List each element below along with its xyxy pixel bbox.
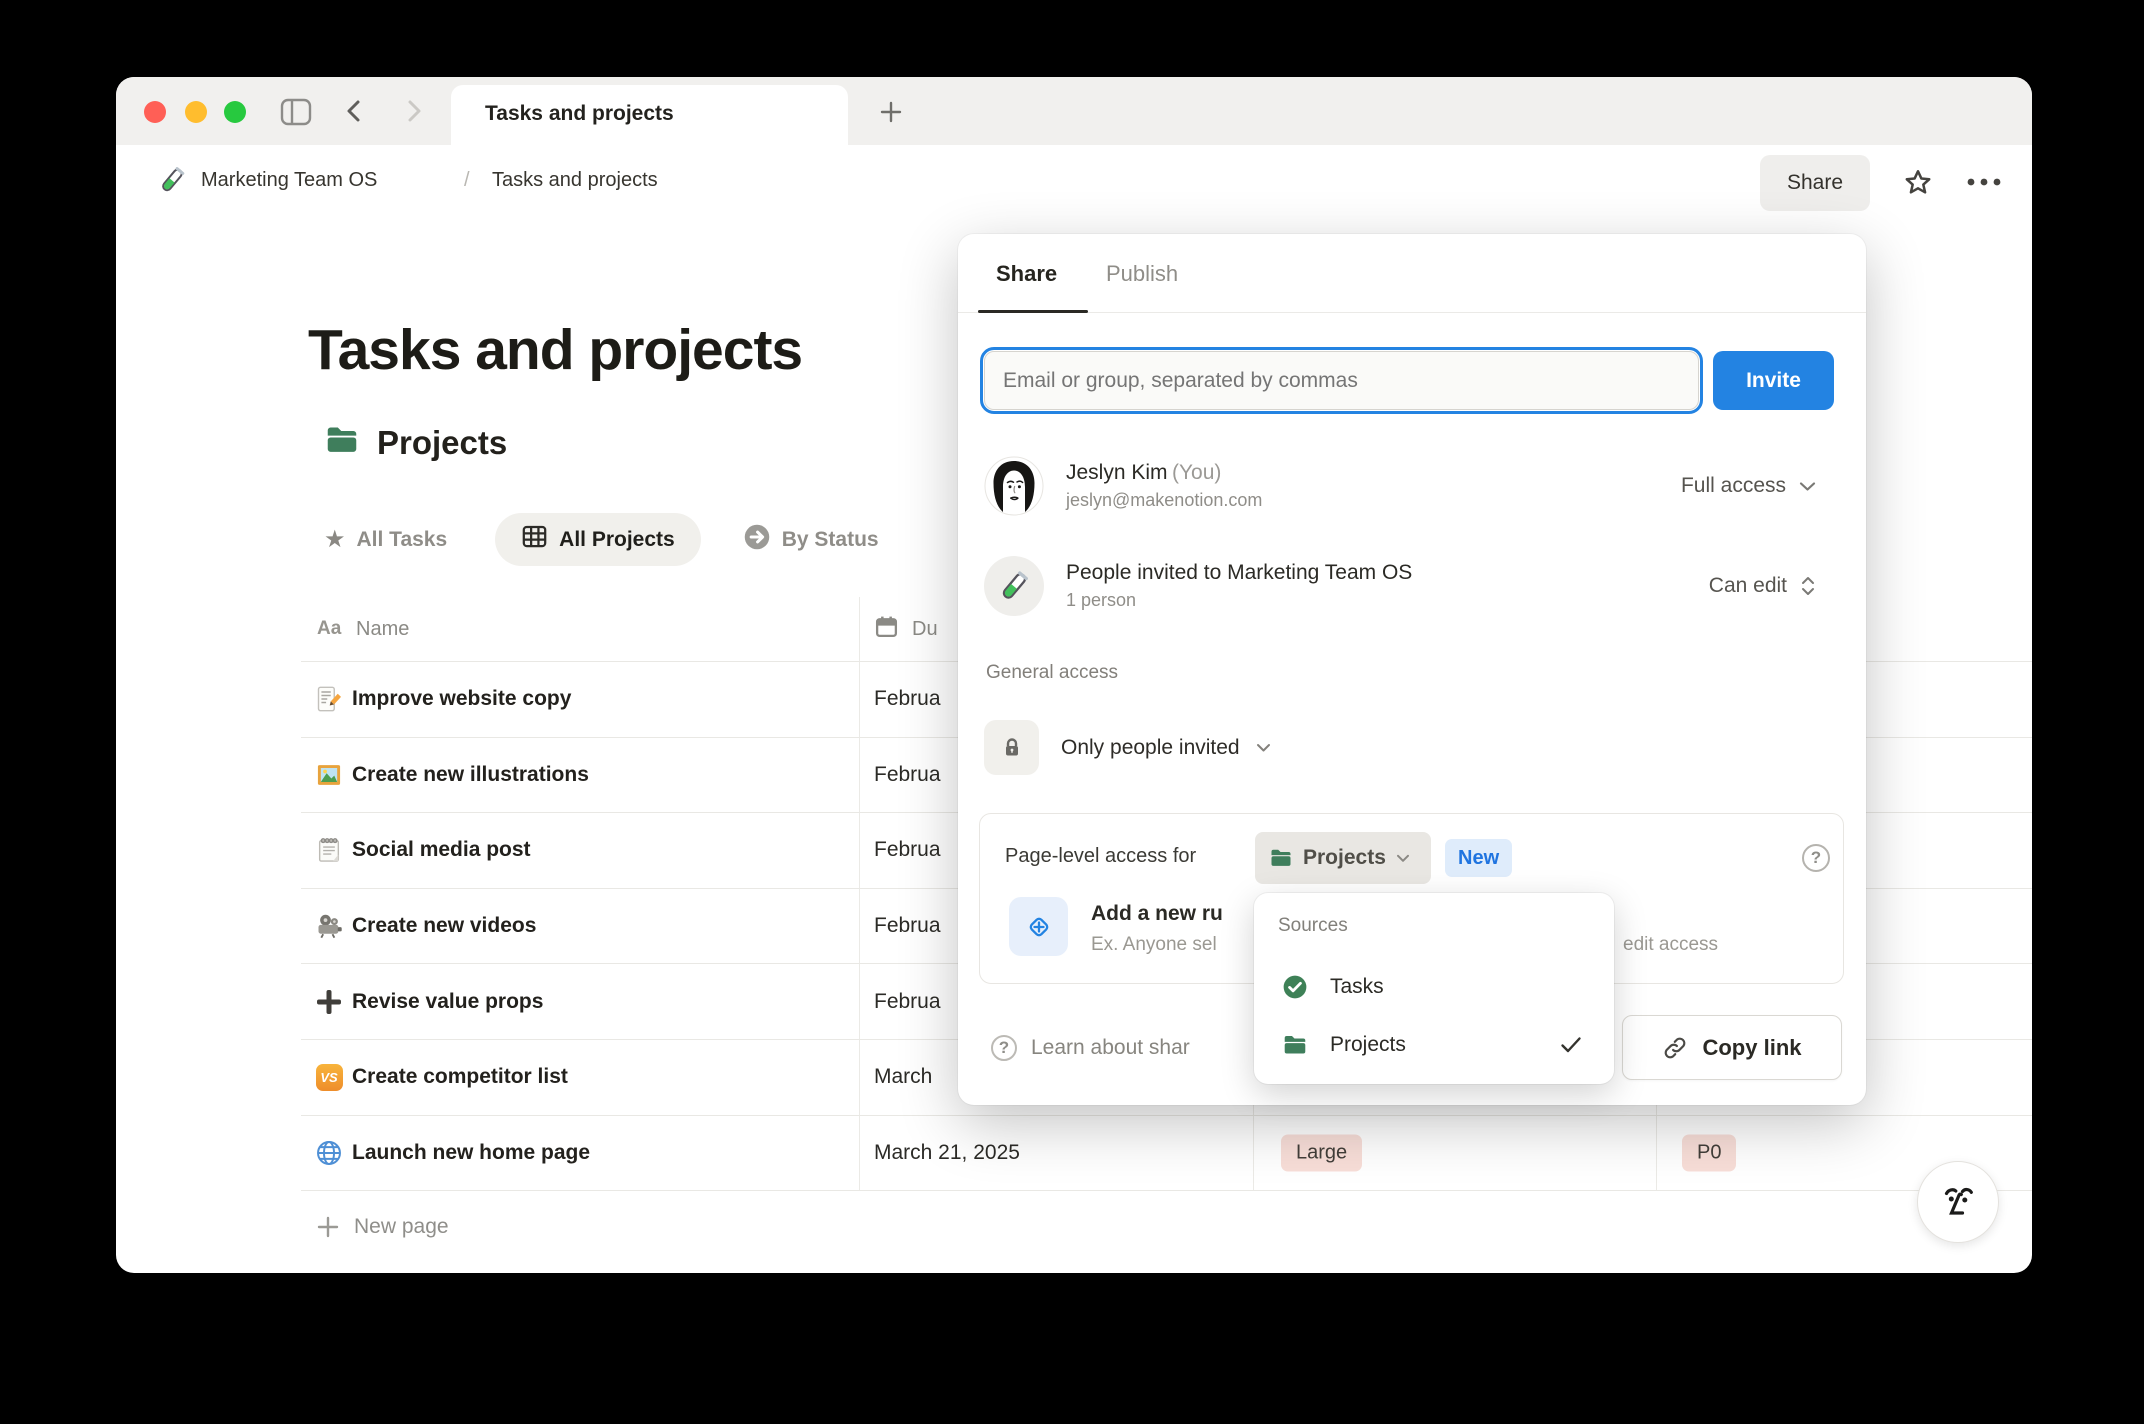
check-circle-icon bbox=[1283, 975, 1307, 999]
folder-icon bbox=[324, 422, 360, 463]
invite-email-input[interactable] bbox=[980, 347, 1703, 414]
breadcrumb-page[interactable]: Tasks and projects bbox=[492, 169, 658, 192]
collection-heading: Projects bbox=[324, 422, 507, 463]
copy-link-button[interactable]: Copy link bbox=[1622, 1015, 1842, 1080]
close-window-button[interactable] bbox=[144, 101, 166, 123]
minimize-window-button[interactable] bbox=[185, 101, 207, 123]
arrow-circle-icon bbox=[743, 523, 771, 557]
workspace-group-avatar bbox=[984, 556, 1044, 616]
chevron-down-icon bbox=[1799, 481, 1816, 491]
zoom-window-button[interactable] bbox=[224, 101, 246, 123]
table-row[interactable]: Launch new home page March 21, 2025 Larg… bbox=[301, 1116, 2032, 1192]
name-column-header[interactable]: Name bbox=[356, 618, 409, 641]
new-tab-icon[interactable] bbox=[880, 101, 902, 128]
calendar-icon bbox=[874, 614, 899, 645]
desktop-background: Tasks and projects Marketing Team OS / T… bbox=[0, 0, 2144, 1424]
table-grid-icon bbox=[521, 523, 548, 556]
add-rule-description: Ex. Anyone sel bbox=[1091, 934, 1217, 955]
view-tabs: ★ All Tasks All Projects By Status bbox=[324, 513, 879, 566]
active-tab-underline bbox=[978, 310, 1088, 313]
lock-icon bbox=[984, 720, 1039, 775]
source-selector-chip[interactable]: Projects bbox=[1255, 832, 1431, 884]
selected-check-icon bbox=[1561, 1037, 1581, 1053]
sidebar-toggle-icon[interactable] bbox=[280, 98, 312, 131]
help-icon: ? bbox=[991, 1034, 1017, 1061]
star-icon: ★ bbox=[324, 525, 346, 553]
invite-button[interactable]: Invite bbox=[1713, 351, 1834, 410]
add-rule-description-tail: edit access bbox=[1623, 934, 1719, 955]
share-button[interactable]: Share bbox=[1760, 155, 1870, 211]
page-level-access-label: Page-level access for bbox=[1005, 845, 1197, 867]
vs-badge-icon: VS bbox=[315, 1063, 343, 1091]
member-row[interactable]: Jeslyn Kim (You) jeslyn@makenotion.com F… bbox=[984, 446, 1840, 526]
avatar bbox=[984, 456, 1044, 516]
globe-icon bbox=[315, 1139, 343, 1167]
text-type-icon: Aa bbox=[317, 618, 342, 639]
new-badge: New bbox=[1445, 839, 1513, 877]
film-projector-icon bbox=[315, 912, 343, 940]
forward-icon[interactable] bbox=[404, 99, 424, 128]
spiral-notepad-icon bbox=[315, 836, 343, 864]
header-bar: Marketing Team OS / Tasks and projects S… bbox=[116, 145, 2032, 222]
access-dropdown[interactable]: Full access bbox=[1681, 474, 1816, 498]
tab-tasks-and-projects[interactable]: Tasks and projects bbox=[451, 85, 848, 145]
heavy-plus-icon bbox=[315, 988, 343, 1016]
face-logo-icon bbox=[1944, 1187, 1973, 1215]
notion-face-logo-button[interactable] bbox=[1917, 1161, 1999, 1243]
member-name: Jeslyn Kim bbox=[1066, 461, 1168, 484]
workspace-emoji-test-tube-icon bbox=[157, 163, 187, 202]
help-icon[interactable]: ? bbox=[1802, 844, 1830, 872]
new-page-button[interactable]: New page bbox=[301, 1191, 2032, 1263]
app-window: Tasks and projects Marketing Team OS / T… bbox=[116, 77, 2032, 1273]
add-rule-icon bbox=[1009, 897, 1068, 956]
folder-icon bbox=[1284, 1036, 1306, 1054]
breadcrumb-separator: / bbox=[464, 169, 470, 191]
link-icon bbox=[1665, 1037, 1686, 1058]
memo-icon bbox=[315, 685, 343, 713]
add-rule-title[interactable]: Add a new ru bbox=[1091, 902, 1223, 926]
general-access-heading: General access bbox=[986, 662, 1119, 683]
plus-icon bbox=[317, 1216, 339, 1238]
group-name: People invited to Marketing Team OS bbox=[1066, 561, 1413, 584]
tab-bar: Tasks and projects bbox=[116, 77, 2032, 145]
tab-share[interactable]: Share bbox=[996, 261, 1057, 287]
breadcrumb-workspace[interactable]: Marketing Team OS bbox=[201, 169, 377, 192]
chevron-up-down-icon bbox=[1802, 577, 1814, 595]
member-email: jeslyn@makenotion.com bbox=[1066, 490, 1263, 510]
collection-title[interactable]: Projects bbox=[377, 424, 507, 462]
chevron-down-icon bbox=[1256, 743, 1270, 751]
general-access-row[interactable]: Only people invited bbox=[984, 720, 1840, 775]
view-tab-by-status[interactable]: By Status bbox=[743, 523, 879, 557]
folder-icon bbox=[1271, 849, 1291, 866]
chevron-down-icon bbox=[1396, 854, 1409, 862]
share-dialog: Share Publish Invite Jeslyn Kim (You) je… bbox=[958, 234, 1866, 1105]
tab-title: Tasks and projects bbox=[485, 102, 674, 125]
member-you-suffix: (You) bbox=[1171, 461, 1222, 484]
due-column-header[interactable]: Du bbox=[912, 618, 938, 641]
view-tab-all-projects[interactable]: All Projects bbox=[495, 513, 701, 566]
framed-picture-icon bbox=[315, 761, 343, 789]
sources-menu-heading: Sources bbox=[1278, 915, 1348, 936]
sources-menu-item-tasks[interactable]: Tasks bbox=[1270, 961, 1598, 1013]
group-row[interactable]: People invited to Marketing Team OS 1 pe… bbox=[984, 546, 1840, 626]
general-access-value: Only people invited bbox=[1061, 735, 1240, 759]
page-title: Tasks and projects bbox=[308, 318, 803, 382]
group-count: 1 person bbox=[1066, 590, 1137, 610]
tab-publish[interactable]: Publish bbox=[1106, 261, 1178, 287]
view-tab-all-tasks[interactable]: ★ All Tasks bbox=[324, 525, 447, 553]
priority-tag[interactable]: P0 bbox=[1682, 1134, 1737, 1172]
size-tag[interactable]: Large bbox=[1281, 1134, 1363, 1172]
more-options-icon[interactable] bbox=[1964, 175, 2004, 194]
access-dropdown[interactable]: Can edit bbox=[1709, 574, 1816, 598]
favorite-star-icon[interactable] bbox=[1902, 167, 1934, 204]
sources-menu: Sources Tasks Projects bbox=[1254, 893, 1614, 1084]
share-dialog-tabs: Share Publish bbox=[958, 234, 1866, 313]
learn-about-sharing-link[interactable]: ? Learn about shar bbox=[991, 1015, 1190, 1080]
sources-menu-item-projects[interactable]: Projects bbox=[1270, 1019, 1598, 1071]
back-icon[interactable] bbox=[344, 99, 364, 128]
